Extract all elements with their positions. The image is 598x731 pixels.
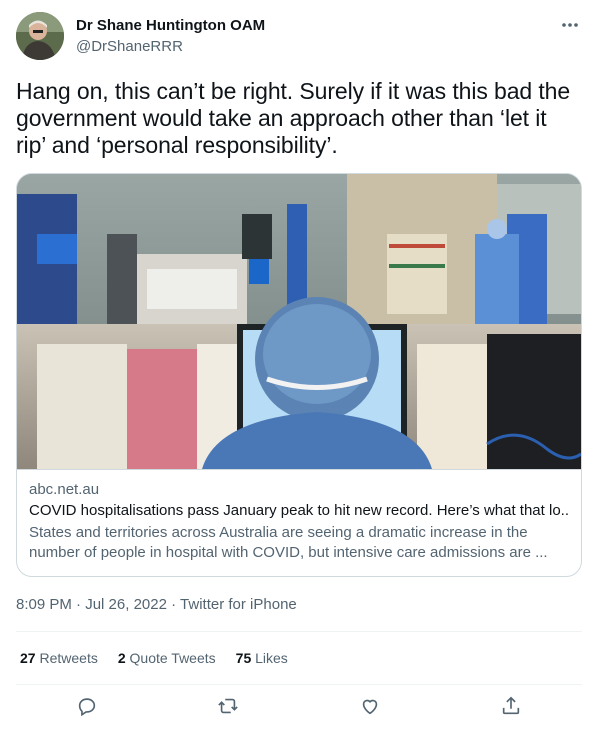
action-bar [16, 686, 582, 726]
tweet-text: Hang on, this can’t be right. Surely if … [16, 78, 571, 158]
card-domain: abc.net.au [29, 481, 100, 498]
meta-separator: · [171, 596, 177, 613]
retweet-icon[interactable] [216, 694, 240, 718]
tweet-source[interactable]: Twitter for iPhone [180, 596, 297, 613]
likes-label: Likes [255, 650, 288, 666]
tweet-stats: 27 Retweets 2 Quote Tweets 75 Likes [20, 650, 288, 666]
quote-tweets-stat[interactable]: 2 Quote Tweets [118, 650, 216, 666]
retweets-count: 27 [20, 650, 36, 666]
share-icon[interactable] [499, 694, 523, 718]
avatar[interactable] [16, 12, 64, 60]
divider [16, 684, 582, 685]
meta-separator: · [76, 596, 82, 613]
link-card[interactable]: abc.net.au COVID hospitalisations pass J… [16, 173, 582, 577]
more-options-icon[interactable] [558, 16, 582, 34]
quotes-count: 2 [117, 650, 126, 666]
retweets-label: Retweets [39, 650, 98, 666]
tweet-date[interactable]: Jul 26, 2022 [85, 596, 167, 613]
retweets-stat[interactable]: 27 Retweets [20, 650, 98, 666]
likes-stat[interactable]: 75 Likes [236, 650, 288, 666]
tweet-meta: 8:09 PM · Jul 26, 2022 · Twitter for iPh… [16, 596, 297, 613]
card-title[interactable]: COVID hospitalisations pass January peak… [29, 501, 569, 521]
like-icon[interactable] [358, 694, 382, 718]
tweet-time[interactable]: 8:09 PM [16, 596, 72, 613]
card-body[interactable]: abc.net.au COVID hospitalisations pass J… [17, 469, 581, 576]
author-handle[interactable]: @DrShaneRRR [76, 38, 183, 55]
divider [16, 631, 582, 632]
tweet-header: Dr Shane Huntington OAM @DrShaneRRR [16, 12, 582, 62]
hospital-icu-photo[interactable] [17, 174, 581, 469]
quotes-label: Quote Tweets [129, 650, 216, 666]
card-description: States and territories across Australia … [29, 524, 548, 561]
reply-icon[interactable] [75, 694, 99, 718]
author-name[interactable]: Dr Shane Huntington OAM [76, 17, 265, 34]
likes-count: 75 [235, 650, 252, 666]
